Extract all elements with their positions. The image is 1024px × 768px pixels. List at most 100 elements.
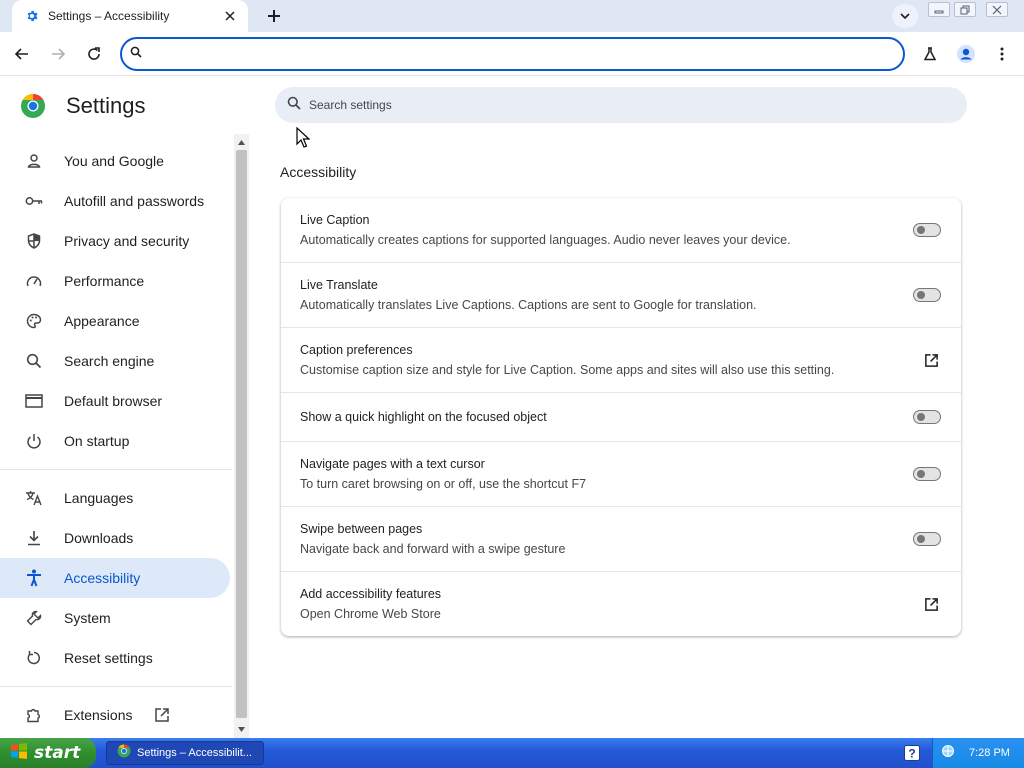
row-title: Add accessibility features — [300, 587, 442, 601]
sidebar-item-autofill[interactable]: Autofill and passwords — [0, 181, 230, 221]
translate-icon — [24, 488, 44, 508]
chrome-logo-icon — [117, 744, 131, 763]
help-icon[interactable]: ? — [904, 745, 920, 761]
address-input[interactable] — [148, 40, 903, 68]
live-translate-row[interactable]: Live Translate Automatically translates … — [281, 263, 961, 328]
swipe-navigation-toggle[interactable] — [913, 531, 941, 547]
chrome-logo-icon — [20, 93, 46, 119]
sidebar-item-label: Performance — [64, 273, 145, 289]
start-label: start — [34, 743, 81, 763]
focus-highlight-row[interactable]: Show a quick highlight on the focused ob… — [281, 393, 961, 442]
taskbar: start Settings – Accessibilit... ? 7:28 … — [0, 738, 1024, 768]
external-link-icon[interactable] — [921, 350, 941, 370]
sidebar-item-label: Appearance — [64, 313, 140, 329]
sidebar-item-label: Autofill and passwords — [64, 193, 205, 209]
clock: 7:28 PM — [969, 747, 1010, 759]
taskbar-chrome-window[interactable]: Settings – Accessibilit... — [106, 741, 264, 765]
sidebar-item-downloads[interactable]: Downloads — [0, 518, 230, 558]
sidebar-item-appearance[interactable]: Appearance — [0, 301, 230, 341]
focus-highlight-toggle[interactable] — [913, 409, 941, 425]
sidebar-item-privacy[interactable]: Privacy and security — [0, 221, 230, 261]
scrollbar-thumb[interactable] — [236, 150, 247, 718]
close-icon[interactable] — [222, 8, 238, 24]
sidebar-item-accessibility[interactable]: Accessibility — [0, 558, 230, 598]
back-button[interactable] — [10, 42, 34, 66]
wrench-icon — [24, 608, 44, 628]
person-icon — [24, 151, 44, 171]
caption-preferences-row[interactable]: Caption preferences Customise caption si… — [281, 328, 961, 393]
tab-settings-accessibility[interactable]: Settings – Accessibility — [12, 0, 248, 32]
address-bar[interactable] — [120, 37, 905, 71]
external-link-icon[interactable] — [921, 594, 941, 614]
key-icon — [24, 191, 44, 211]
swipe-navigation-row[interactable]: Swipe between pages Navigate back and fo… — [281, 507, 961, 572]
settings-search-input[interactable] — [309, 98, 967, 112]
tab-search-button[interactable] — [892, 4, 918, 28]
sidebar-item-label: Reset settings — [64, 650, 153, 666]
extension-icon — [24, 705, 44, 725]
download-icon — [24, 528, 44, 548]
sidebar-item-you-and-google[interactable]: You and Google — [0, 141, 230, 181]
sidebar-item-on-startup[interactable]: On startup — [0, 421, 230, 461]
palette-icon — [24, 311, 44, 331]
scroll-up-arrow-icon[interactable] — [234, 135, 249, 149]
live-caption-row[interactable]: Live Caption Automatically creates capti… — [281, 198, 961, 263]
sidebar-item-performance[interactable]: Performance — [0, 261, 230, 301]
window-close-button[interactable] — [986, 2, 1008, 17]
add-accessibility-features-row[interactable]: Add accessibility features Open Chrome W… — [281, 572, 961, 636]
sidebar-item-system[interactable]: System — [0, 598, 230, 638]
sidebar-item-search-engine[interactable]: Search engine — [0, 341, 230, 381]
browser-window-icon — [24, 391, 44, 411]
row-title: Caption preferences — [300, 343, 413, 357]
sidebar-item-default-browser[interactable]: Default browser — [0, 381, 230, 421]
sidebar-scrollbar[interactable] — [234, 134, 249, 738]
row-subtitle: Open Chrome Web Store — [300, 607, 441, 621]
new-tab-button[interactable] — [262, 4, 286, 28]
sidebar-item-label: You and Google — [64, 153, 164, 169]
tab-strip: Settings – Accessibility — [0, 0, 1024, 32]
search-icon — [287, 96, 301, 115]
svg-text:?: ? — [908, 747, 915, 761]
windows-logo-icon — [10, 742, 28, 765]
row-title: Live Translate — [300, 278, 378, 292]
sidebar-item-label: Extensions — [64, 707, 133, 723]
more-menu-icon[interactable] — [990, 42, 1014, 66]
minimize-button[interactable] — [928, 2, 950, 17]
browser-toolbar — [0, 32, 1024, 76]
tab-title: Settings – Accessibility — [48, 9, 170, 23]
scroll-down-arrow-icon[interactable] — [234, 722, 249, 736]
sidebar-item-reset-settings[interactable]: Reset settings — [0, 638, 230, 678]
reset-icon — [24, 648, 44, 668]
row-subtitle: Automatically translates Live Captions. … — [300, 298, 757, 312]
profile-avatar-icon[interactable] — [954, 42, 978, 66]
sidebar-item-label: System — [64, 610, 111, 626]
live-caption-toggle[interactable] — [913, 222, 941, 238]
start-button[interactable]: start — [0, 738, 96, 768]
speedometer-icon — [24, 271, 44, 291]
accessibility-icon — [24, 568, 44, 588]
sidebar-item-extensions[interactable]: Extensions — [0, 695, 230, 735]
system-tray: 7:28 PM — [932, 738, 1024, 768]
sidebar-item-label: Search engine — [64, 353, 155, 369]
forward-button[interactable] — [46, 42, 70, 66]
sidebar-item-label: Languages — [64, 490, 134, 506]
labs-flask-icon[interactable] — [918, 42, 942, 66]
row-subtitle: Customise caption size and style for Liv… — [300, 363, 835, 377]
sidebar-item-label: Default browser — [64, 393, 163, 409]
external-link-icon — [154, 707, 170, 723]
caret-browsing-toggle[interactable] — [913, 466, 941, 482]
section-title: Accessibility — [280, 164, 357, 180]
reload-button[interactable] — [82, 42, 106, 66]
live-translate-toggle[interactable] — [913, 287, 941, 303]
row-title: Navigate pages with a text cursor — [300, 457, 485, 471]
mouse-pointer-icon — [296, 126, 311, 149]
restore-button[interactable] — [954, 2, 976, 17]
network-tray-icon[interactable] — [941, 744, 955, 763]
caret-browsing-row[interactable]: Navigate pages with a text cursor To tur… — [281, 442, 961, 507]
taskbar-window-label: Settings – Accessibilit... — [137, 747, 252, 759]
settings-sidebar: You and Google Autofill and passwords Pr… — [0, 136, 234, 738]
sidebar-item-languages[interactable]: Languages — [0, 478, 230, 518]
shield-icon — [24, 231, 44, 251]
settings-search-box[interactable] — [275, 87, 967, 123]
row-subtitle: Automatically creates captions for suppo… — [300, 233, 791, 247]
